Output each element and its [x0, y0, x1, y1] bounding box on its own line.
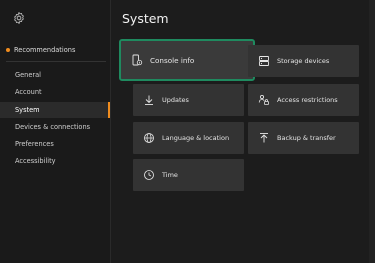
page-title: System	[122, 11, 169, 26]
backup-transfer-tile[interactable]: Backup & transfer	[248, 122, 359, 154]
access-restrictions-tile[interactable]: Access restrictions	[248, 84, 359, 116]
storage-devices-tile[interactable]: Storage devices	[248, 45, 359, 77]
download-icon	[145, 95, 153, 105]
updates-tile[interactable]: Updates	[133, 84, 244, 116]
tile-label: Language & location	[162, 134, 230, 142]
sidebar-item-accessibility[interactable]: Accessibility	[0, 153, 110, 169]
tile-label: Storage devices	[277, 57, 330, 65]
sidebar: Recommendations General Account System D…	[0, 0, 111, 263]
sidebar-item-preferences[interactable]: Preferences	[0, 136, 110, 152]
notification-dot	[6, 48, 10, 52]
sidebar-item-devices-connections[interactable]: Devices & connections	[0, 119, 110, 135]
gear-icon	[14, 12, 24, 24]
tile-label: Backup & transfer	[277, 134, 336, 142]
globe-icon	[144, 133, 154, 143]
scrollbar[interactable]	[369, 0, 375, 263]
sidebar-item-general[interactable]: General	[0, 67, 110, 83]
clock-icon	[144, 170, 154, 180]
tile-label: Time	[162, 171, 178, 179]
storage-icon	[259, 56, 269, 66]
tile-label: Updates	[162, 96, 189, 104]
sidebar-item-system[interactable]: System	[0, 102, 110, 118]
console-info-tile[interactable]: Console info	[119, 39, 255, 81]
language-location-tile[interactable]: Language & location	[133, 122, 244, 154]
sidebar-item-recommendations[interactable]: Recommendations	[6, 45, 75, 55]
tile-label: Console info	[150, 55, 195, 65]
sidebar-item-account[interactable]: Account	[0, 84, 110, 100]
time-tile[interactable]: Time	[133, 159, 244, 191]
upload-icon	[260, 133, 268, 143]
console-icon	[132, 54, 143, 66]
sidebar-item-label: Recommendations	[14, 46, 76, 54]
sidebar-divider	[6, 61, 106, 62]
tile-label: Access restrictions	[277, 96, 338, 104]
access-icon	[258, 94, 269, 105]
